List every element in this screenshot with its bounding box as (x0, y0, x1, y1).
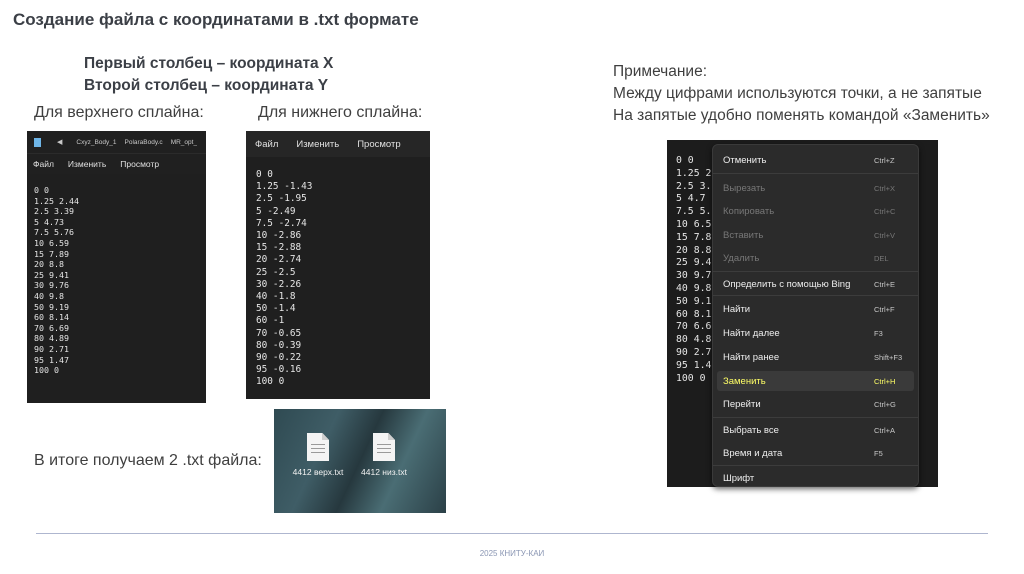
coordinates-lower-text: 0 0 1.25 -1.43 2.5 -1.95 5 -2.49 7.5 -2.… (256, 169, 313, 388)
menu-item-paste: Вставить Ctrl+V (723, 229, 896, 241)
menu-separator (713, 173, 918, 174)
menu-item-undo: Отменить Ctrl+Z (723, 154, 895, 166)
menu-item-replace: Заменить Ctrl+H (717, 371, 914, 391)
menu-item-find-prev: Найти ранее Shift+F3 (723, 351, 903, 363)
menu-separator (713, 465, 918, 466)
footer-text: 2025 КНИТУ-КАИ (479, 549, 545, 558)
tab-file-2: PolaraBody.c (124, 138, 163, 146)
notepad-app-icon (34, 137, 41, 147)
menu-view: Просмотр (120, 159, 160, 169)
menu-edit: Изменить (67, 159, 107, 169)
coordinates-upper-text: 0 0 1.25 2.44 2.5 3.39 5 4.73 7.5 5.76 1… (34, 185, 79, 376)
desktop-files-screenshot: 4412 верх.txt 4412 низ.txt (274, 409, 446, 513)
menu-edit: Изменить (296, 138, 340, 150)
file-upper: 4412 верх.txt (288, 433, 348, 477)
subtitle-x: Первый столбец – координата X (84, 55, 334, 72)
menu-item-find: Найти Ctrl+F (723, 303, 895, 315)
menu-item-copy: Копировать Ctrl+C (723, 205, 896, 217)
menu-item-select-all: Выбрать все Ctrl+A (723, 424, 896, 436)
note-line-2: На запятые удобно поменять командой «Зам… (613, 107, 990, 124)
text-file-icon (307, 433, 329, 461)
menu-item-bing: Определить с помощью Bing Ctrl+E (723, 278, 896, 290)
subtitle-y: Второй столбец – координата Y (84, 77, 329, 94)
menu-item-goto: Перейти Ctrl+G (723, 398, 896, 410)
tab-file-3: MR_opt_ (170, 138, 198, 146)
menu-item-cut: Вырезать Ctrl+X (723, 182, 896, 194)
context-menu: Отменить Ctrl+Z Вырезать Ctrl+X Копировать… (712, 144, 919, 487)
notepad-upper-screenshot: ◀ Cxyz_Body_1 PolaraBody.c MR_opt_ Файл … (27, 131, 206, 403)
background-text: 0 0 1.25 2 2.5 3. 5 4.7 7.5 5. 10 6.5 15… (676, 155, 712, 384)
notepad-lower-screenshot: Файл Изменить Просмотр 0 0 1.25 -1.43 2.… (246, 131, 430, 399)
notepad-content: 0 0 1.25 -1.43 2.5 -1.95 5 -2.49 7.5 -2.… (246, 157, 430, 389)
page-title: Создание файла с координатами в .txt фор… (13, 10, 419, 29)
tab-file-1: Cxyz_Body_1 (76, 138, 117, 146)
note-line-1: Между цифрами используются точки, а не з… (613, 85, 982, 102)
menu-view: Просмотр (357, 138, 401, 150)
file-upper-name: 4412 верх.txt (292, 467, 344, 477)
menu-separator (713, 295, 918, 296)
menu-item-time-date: Время и дата F5 (723, 447, 883, 459)
label-upper-spline: Для верхнего сплайна: (34, 104, 204, 121)
context-menu-screenshot: 0 0 1.25 2 2.5 3. 5 4.7 7.5 5. 10 6.5 15… (667, 140, 938, 487)
notepad-content: 0 0 1.25 2.44 2.5 3.39 5 4.73 7.5 5.76 1… (27, 174, 206, 376)
menu-separator (713, 417, 918, 418)
text-file-icon (373, 433, 395, 461)
result-label: В итоге получаем 2 .txt файла: (34, 452, 262, 469)
notepad-menu-bar: Файл Изменить Просмотр (27, 154, 206, 174)
menu-separator (713, 271, 918, 272)
menu-file: Файл (33, 159, 54, 169)
menu-file: Файл (255, 138, 279, 150)
footer-divider (36, 533, 988, 534)
notepad-menu-bar: Файл Изменить Просмотр (246, 131, 430, 157)
file-lower-name: 4412 низ.txt (361, 467, 407, 477)
label-lower-spline: Для нижнего сплайна: (258, 104, 423, 121)
menu-item-find-next: Найти далее F3 (723, 327, 883, 339)
menu-item-delete: Удалить DEL (723, 252, 889, 264)
notepad-tab-bar: ◀ Cxyz_Body_1 PolaraBody.c MR_opt_ (27, 131, 206, 154)
back-arrow-icon: ◀ (57, 139, 63, 146)
note-heading: Примечание: (613, 63, 708, 80)
file-lower: 4412 низ.txt (354, 433, 414, 477)
menu-item-font: Шрифт (723, 472, 755, 484)
